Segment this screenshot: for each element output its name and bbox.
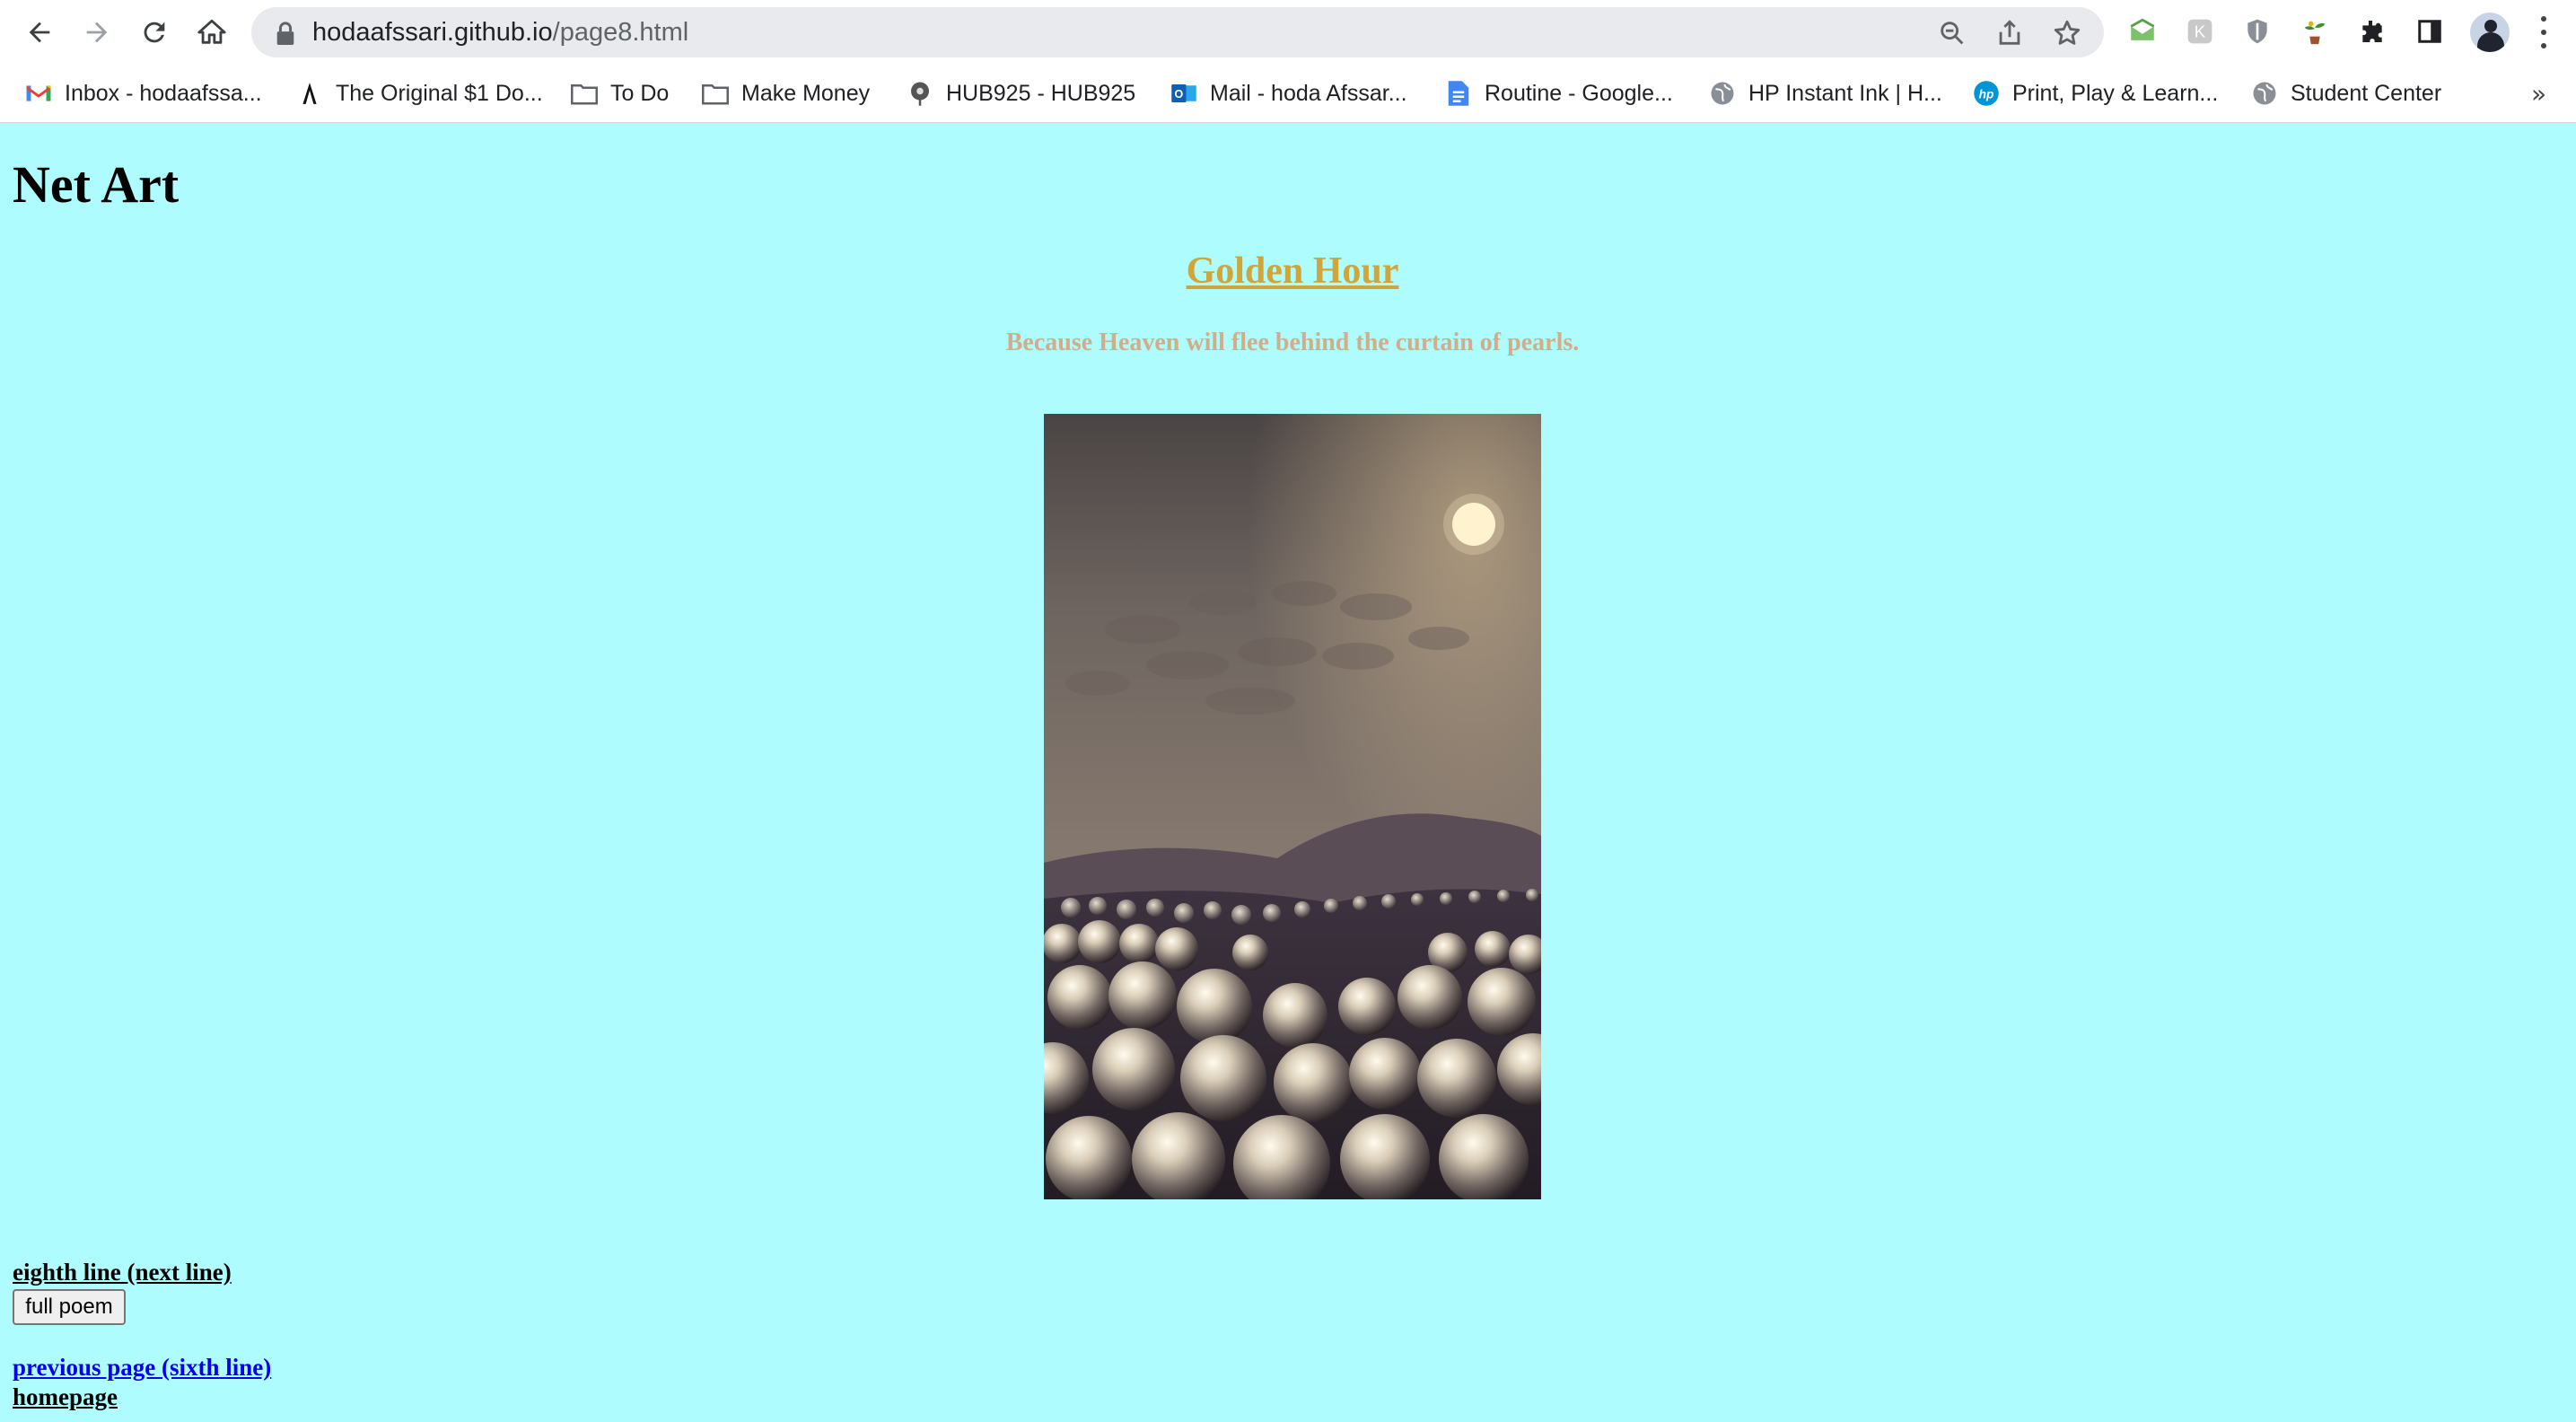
page-title: Net Art bbox=[13, 155, 180, 214]
address-bar[interactable]: hodaafssari.github.io/page8.html bbox=[251, 7, 2104, 57]
bookmark-mail-outlook[interactable]: O Mail - hoda Afssar... bbox=[1170, 77, 1407, 110]
url-text: hodaafssari.github.io/page8.html bbox=[312, 18, 688, 48]
plant-extension-icon[interactable] bbox=[2298, 14, 2332, 48]
pearls-artwork-image bbox=[1044, 414, 1541, 1199]
bookmark-original-1-dollar[interactable]: The Original $1 Do... bbox=[296, 77, 543, 110]
folder-icon bbox=[571, 80, 598, 107]
google-docs-icon bbox=[1445, 80, 1472, 107]
svg-text:K: K bbox=[2195, 22, 2206, 41]
hub-icon bbox=[907, 80, 933, 107]
bookmark-label: Student Center bbox=[2291, 80, 2442, 106]
arrow-left-icon bbox=[29, 22, 50, 43]
svg-text:hp: hp bbox=[1979, 88, 1994, 101]
full-poem-button[interactable]: full poem bbox=[13, 1289, 126, 1325]
previous-page-link[interactable]: previous page (sixth line) bbox=[13, 1354, 271, 1382]
bookmark-print-play-learn[interactable]: hp Print, Play & Learn... bbox=[1973, 77, 2218, 110]
next-line-link[interactable]: eighth line (next line) bbox=[13, 1259, 232, 1286]
bookmark-inbox[interactable]: Inbox - hodaafssa... bbox=[25, 77, 262, 110]
bookmark-label: HP Instant Ink | H... bbox=[1748, 80, 1942, 106]
browser-menu-icon[interactable] bbox=[2535, 16, 2553, 48]
bookmark-folder-make-money[interactable]: Make Money bbox=[702, 77, 870, 110]
bookmark-label: Routine - Google... bbox=[1485, 80, 1673, 106]
pearls-artwork bbox=[1044, 414, 1541, 1199]
reload-icon bbox=[144, 22, 165, 43]
bookmark-label: The Original $1 Do... bbox=[336, 80, 543, 106]
side-panel-icon[interactable] bbox=[2413, 14, 2447, 48]
gmail-icon bbox=[25, 80, 52, 107]
back-button[interactable] bbox=[20, 13, 59, 52]
bookmark-label: Inbox - hodaafssa... bbox=[65, 80, 262, 106]
bookmark-hub925[interactable]: HUB925 - HUB925 bbox=[907, 77, 1135, 110]
forward-button[interactable] bbox=[77, 13, 117, 52]
lock-icon bbox=[276, 22, 294, 45]
share-icon[interactable] bbox=[1994, 18, 2025, 48]
home-icon bbox=[197, 19, 226, 44]
bookmark-label: Mail - hoda Afssar... bbox=[1210, 80, 1407, 106]
browser-chrome: hodaafssari.github.io/page8.html K Inbox… bbox=[0, 0, 2576, 123]
profile-avatar[interactable] bbox=[2470, 13, 2510, 52]
mail-extension-icon[interactable] bbox=[2125, 14, 2160, 48]
outlook-icon: O bbox=[1170, 80, 1197, 107]
globe-icon bbox=[2251, 80, 2278, 107]
puzzle-icon[interactable] bbox=[2355, 14, 2389, 48]
star-icon[interactable] bbox=[2052, 18, 2082, 48]
poem-title[interactable]: Golden Hour bbox=[0, 250, 2576, 293]
k-extension-icon[interactable]: K bbox=[2183, 14, 2217, 48]
bookmarks-bar: Inbox - hodaafssa... The Original $1 Do.… bbox=[0, 72, 2576, 115]
bookmark-folder-todo[interactable]: To Do bbox=[571, 77, 669, 110]
browser-toolbar: hodaafssari.github.io/page8.html K bbox=[0, 0, 2576, 65]
url-path: /page8.html bbox=[552, 18, 689, 47]
shield-icon[interactable] bbox=[2240, 14, 2274, 48]
avatar-head bbox=[2484, 20, 2497, 32]
svg-text:O: O bbox=[1175, 88, 1184, 101]
avatar-body bbox=[2477, 32, 2504, 52]
bookmark-label: Make Money bbox=[741, 80, 871, 106]
a-logo-icon bbox=[296, 80, 323, 107]
bookmark-label: HUB925 - HUB925 bbox=[946, 80, 1136, 106]
bookmark-routine-google[interactable]: Routine - Google... bbox=[1445, 77, 1673, 110]
reload-button[interactable] bbox=[135, 13, 174, 52]
home-button[interactable] bbox=[192, 13, 232, 52]
poem-subtitle: Because Heaven will flee behind the curt… bbox=[1005, 329, 1580, 356]
homepage-link[interactable]: homepage bbox=[13, 1383, 118, 1411]
bookmark-student-center[interactable]: Student Center bbox=[2251, 77, 2441, 110]
zoom-icon[interactable] bbox=[1937, 18, 1967, 48]
folder-icon bbox=[702, 80, 729, 107]
bookmark-hp-instant-ink[interactable]: HP Instant Ink | H... bbox=[1709, 77, 1942, 110]
hp-icon: hp bbox=[1973, 80, 2000, 107]
bookmark-label: Print, Play & Learn... bbox=[2012, 80, 2219, 106]
bookmark-label: To Do bbox=[610, 80, 670, 106]
globe-icon bbox=[1709, 80, 1736, 107]
arrow-right-icon bbox=[86, 22, 108, 43]
url-host: hodaafssari.github.io bbox=[312, 18, 553, 47]
more-bookmarks-button[interactable]: » bbox=[2531, 79, 2546, 109]
